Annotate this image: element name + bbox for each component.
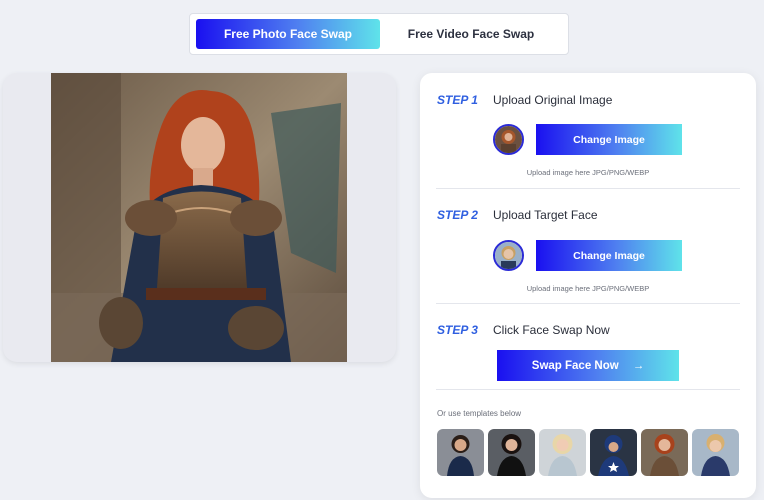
divider [436, 303, 740, 304]
arrow-right-icon: → [632, 359, 645, 372]
mode-tab-bar: Free Photo Face Swap Free Video Face Swa… [189, 13, 569, 55]
change-target-face-button[interactable]: Change Image [536, 240, 682, 271]
divider [436, 188, 740, 189]
change-original-image-button[interactable]: Change Image [536, 124, 682, 155]
upload-hint: Upload image here JPG/PNG/WEBP [526, 284, 650, 293]
preview-card [3, 73, 396, 362]
template-woman-blonde[interactable] [539, 429, 586, 476]
step-2-title: Upload Target Face [493, 208, 598, 222]
step-3-number: STEP 3 [437, 323, 478, 337]
tab-photo-face-swap[interactable]: Free Photo Face Swap [196, 19, 380, 49]
upload-hint: Upload image here JPG/PNG/WEBP [526, 168, 650, 177]
divider [436, 389, 740, 390]
template-list [437, 429, 739, 476]
template-woman-dark-dress[interactable] [437, 429, 484, 476]
step-2-number: STEP 2 [437, 208, 478, 222]
template-blond-man[interactable] [692, 429, 739, 476]
target-face-thumbnail [493, 240, 524, 271]
step-1-title: Upload Original Image [493, 93, 613, 107]
swap-face-now-label: Swap Face Now [531, 359, 619, 372]
template-armored-woman[interactable] [641, 429, 688, 476]
step-1-number: STEP 1 [437, 93, 478, 107]
steps-panel: STEP 1 Upload Original Image Change Imag… [420, 73, 756, 498]
original-image-thumbnail [493, 124, 524, 155]
step-3-title: Click Face Swap Now [493, 323, 610, 337]
templates-label: Or use templates below [437, 409, 522, 418]
swap-face-now-button[interactable]: Swap Face Now → [497, 350, 679, 381]
template-woman-black-outfit[interactable] [488, 429, 535, 476]
result-image [51, 73, 347, 362]
template-captain-hero[interactable] [590, 429, 637, 476]
tab-video-face-swap[interactable]: Free Video Face Swap [380, 19, 562, 49]
